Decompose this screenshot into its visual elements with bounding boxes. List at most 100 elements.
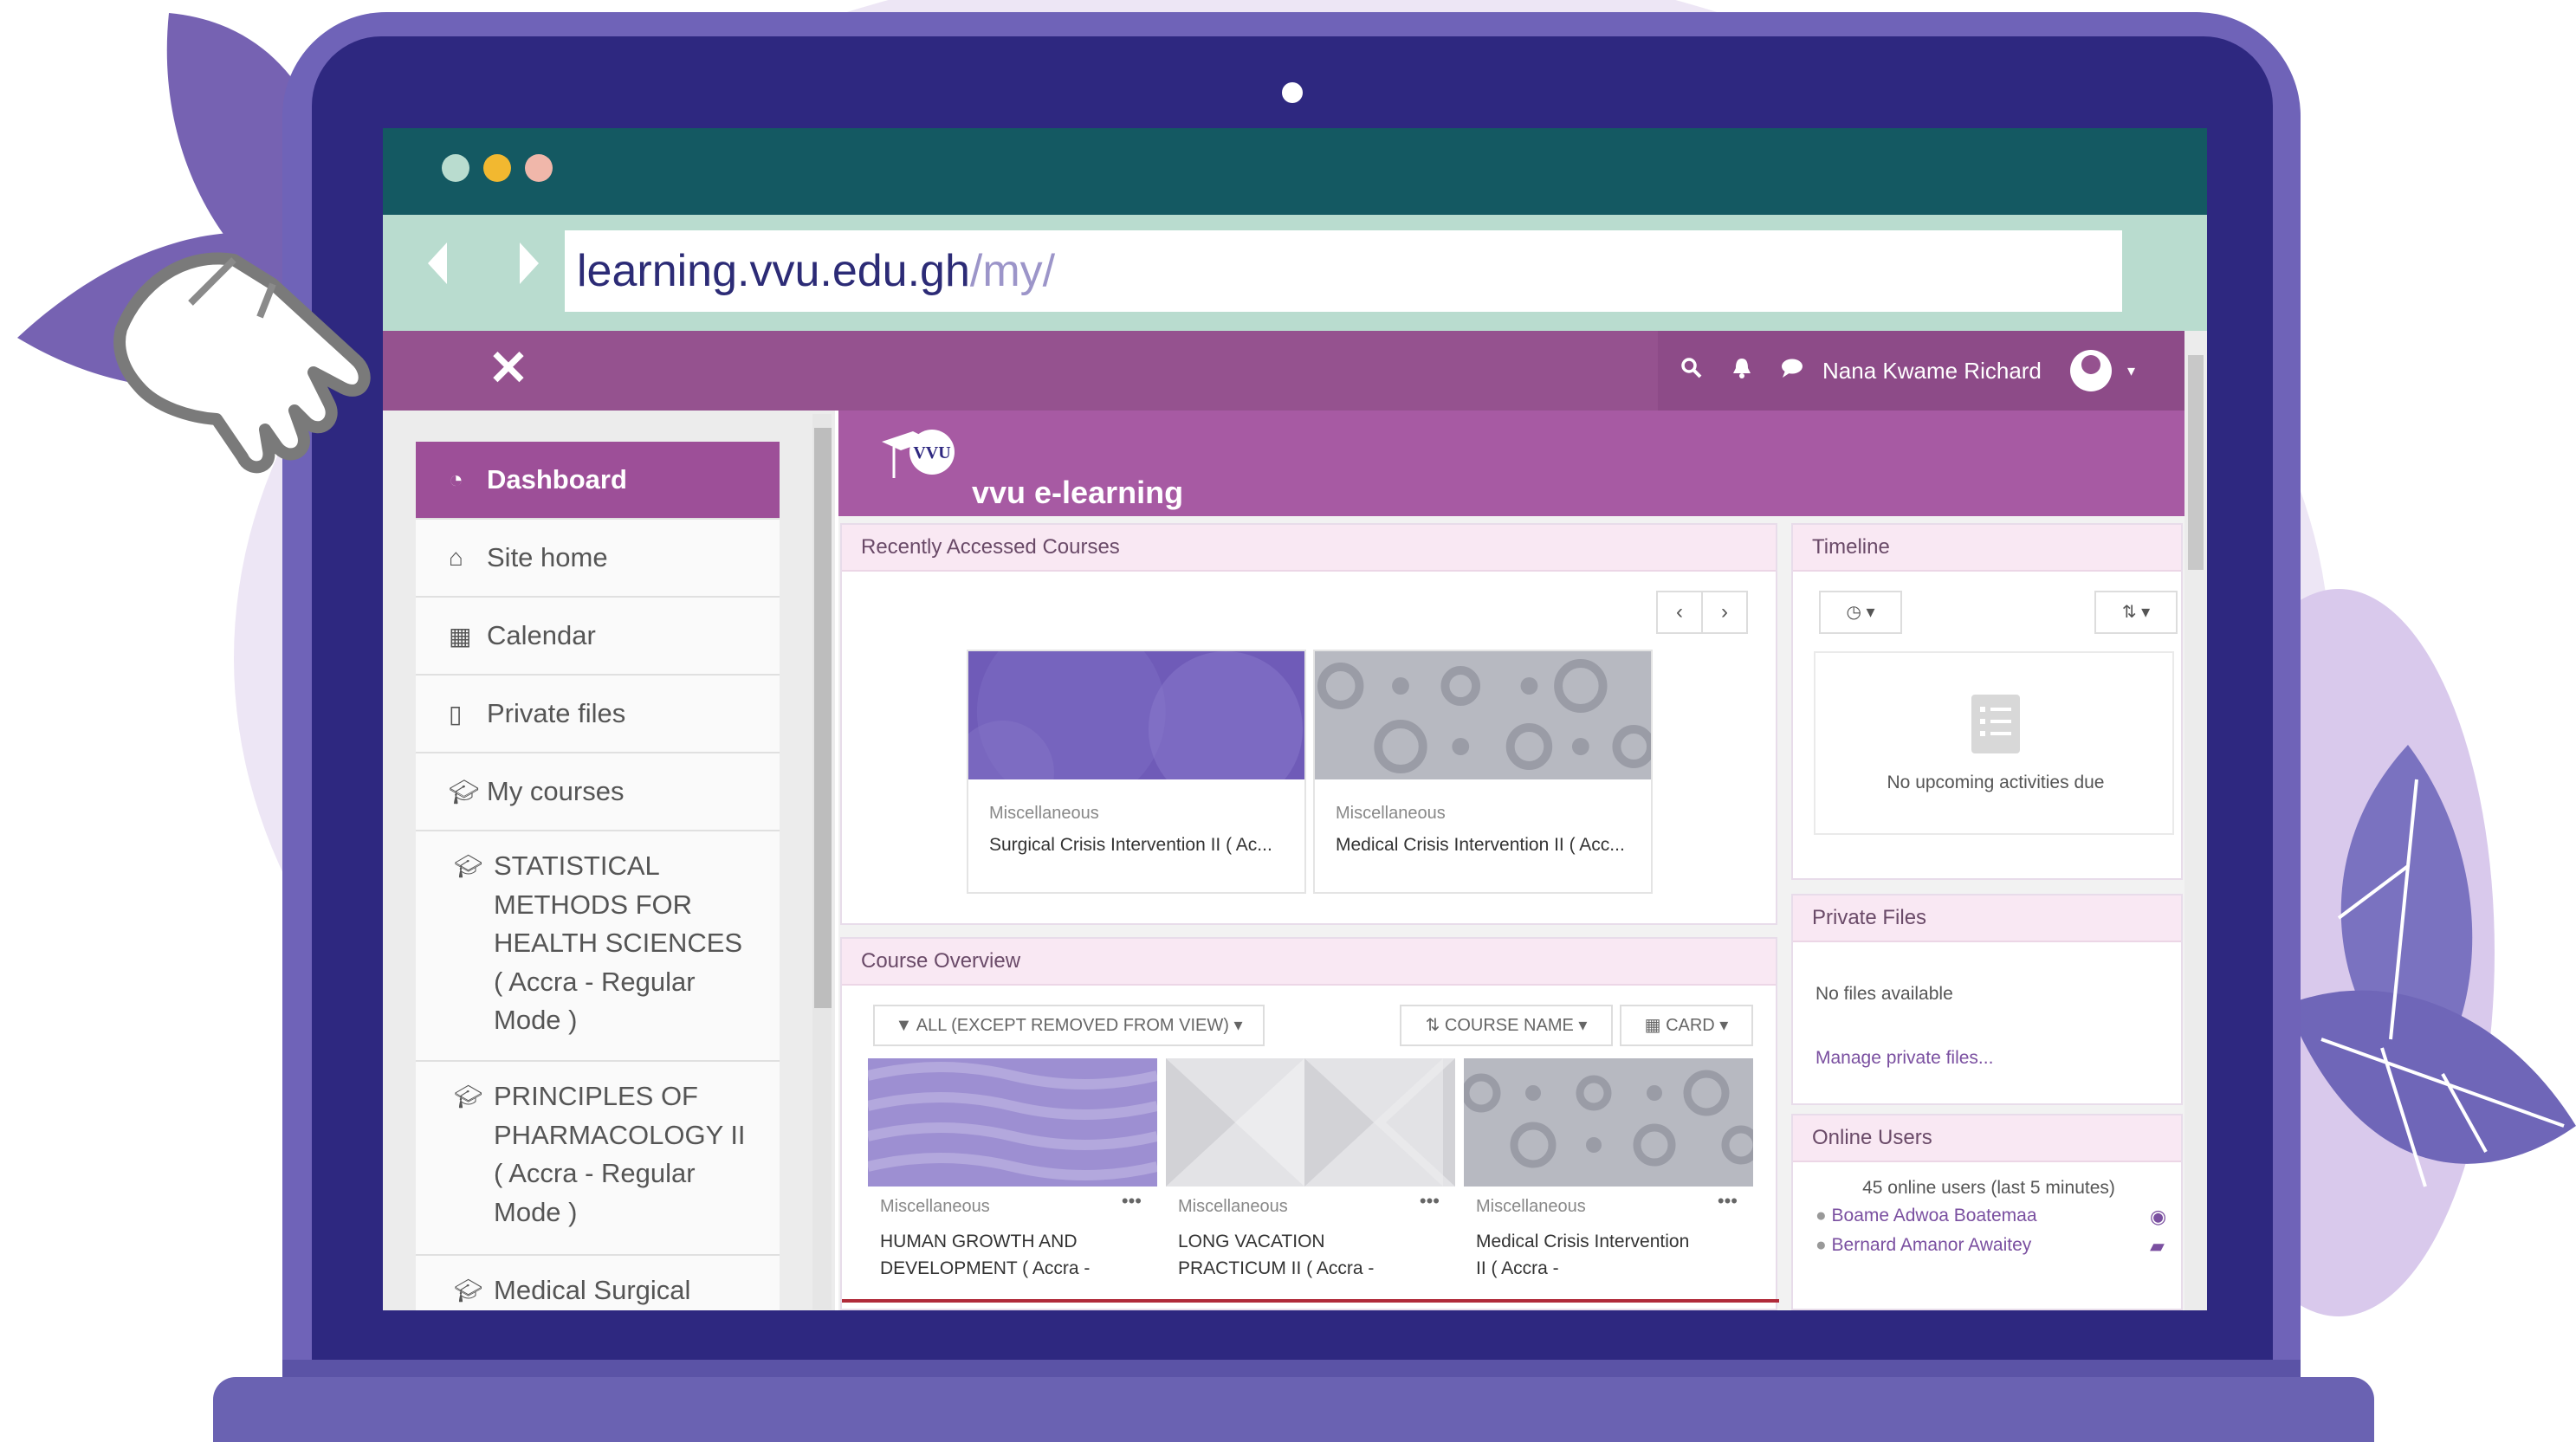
laptop-hinge xyxy=(282,1360,2301,1379)
course-name-line: Medical Crisis Intervention xyxy=(1476,1232,1690,1251)
sidebar-item-my-courses[interactable]: 🎓︎ My courses xyxy=(416,753,780,831)
course-name[interactable]: HUMAN GROWTH AND DEVELOPMENT ( Accra - xyxy=(880,1228,1140,1282)
sidebar-item-label: Private files xyxy=(487,698,626,728)
caret-down-icon: ▾ xyxy=(1714,1016,1729,1035)
search-icon[interactable] xyxy=(1667,357,1717,385)
manage-private-files-link[interactable]: Manage private files... xyxy=(1815,1048,1993,1069)
course-name-line: PRACTICUM II ( Accra - xyxy=(1178,1258,1375,1278)
address-bar[interactable]: learning.vvu.edu.gh/my/ xyxy=(565,230,2122,312)
home-icon: ⌂ xyxy=(449,544,463,571)
url-domain: learning.vvu.edu.gh xyxy=(577,246,970,296)
course-name[interactable]: Medical Crisis Intervention II ( Accra - xyxy=(1476,1228,1736,1282)
online-user-item[interactable]: ● Bernard Amanor Awaitey xyxy=(1815,1235,2031,1256)
course-name[interactable]: LONG VACATION PRACTICUM II ( Accra - xyxy=(1178,1228,1438,1282)
file-icon: ▯ xyxy=(449,700,463,727)
course-title-line: Mode ) xyxy=(494,1005,578,1035)
sort-dropdown[interactable]: ⇅ COURSE NAME ▾ xyxy=(1400,1005,1613,1046)
more-options-icon[interactable]: ••• xyxy=(1718,1190,1738,1212)
sidebar-item-private-files[interactable]: ▯ Private files xyxy=(416,676,780,753)
course-title: STATISTICAL METHODS FOR HEALTH SCIENCES … xyxy=(494,847,742,1060)
sidebar-item-dashboard[interactable]: ◔ Dashboard xyxy=(416,442,780,520)
timeline-filter-dropdown[interactable]: ◷ ▾ xyxy=(1819,591,1902,634)
grid-icon: ▦ xyxy=(1644,1016,1667,1035)
course-name-line: II ( Accra - xyxy=(1476,1258,1559,1278)
window-minimize-dot[interactable] xyxy=(483,154,511,182)
private-files-block: Private Files No files available Manage … xyxy=(1791,894,2183,1105)
sidebar-course-item[interactable]: 🎓︎ PRINCIPLES OF PHARMACOLOGY II ( Accra… xyxy=(416,1062,780,1256)
message-icon[interactable]: ▰ xyxy=(2150,1235,2165,1258)
course-image xyxy=(1315,651,1651,779)
course-category: Miscellaneous xyxy=(1476,1197,1586,1216)
sidebar-item-label: My courses xyxy=(487,776,625,806)
next-page-button[interactable]: › xyxy=(1701,591,1748,634)
user-name[interactable]: Nana Kwame Richard xyxy=(1822,358,2055,385)
caret-down-icon[interactable]: ▾ xyxy=(2127,362,2135,380)
course-name-line: LONG VACATION xyxy=(1178,1232,1325,1251)
course-name[interactable]: Surgical Crisis Intervention II ( Ac... xyxy=(989,835,1272,856)
caret-down-icon: ▾ xyxy=(1573,1016,1588,1035)
grouping-filter-dropdown[interactable]: ▼ ALL (EXCEPT REMOVED FROM VIEW) ▾ xyxy=(873,1005,1265,1046)
sort-label: COURSE NAME xyxy=(1444,1016,1574,1035)
sidebar-course-item[interactable]: 🎓︎ STATISTICAL METHODS FOR HEALTH SCIENC… xyxy=(416,831,780,1062)
eye-icon[interactable]: ◉ xyxy=(2150,1206,2166,1228)
course-card[interactable]: Miscellaneous Surgical Crisis Interventi… xyxy=(967,650,1306,894)
view-dropdown[interactable]: ▦ CARD ▾ xyxy=(1620,1005,1753,1046)
window-close-dot[interactable] xyxy=(442,154,469,182)
course-title: PRINCIPLES OF PHARMACOLOGY II ( Accra - … xyxy=(494,1077,746,1254)
sort-icon: ⇅ xyxy=(1425,1016,1445,1035)
timeline-sort-dropdown[interactable]: ⇅ ▾ xyxy=(2094,591,2178,634)
more-options-icon[interactable]: ••• xyxy=(1420,1190,1440,1212)
course-overview-block: Course Overview ▼ ALL (EXCEPT REMOVED FR… xyxy=(840,937,1779,1310)
online-user-name: Bernard Amanor Awaitey xyxy=(1831,1235,2032,1255)
site-brand: vvu e-learning xyxy=(972,475,1184,510)
site-banner: VVU vvu e-learning xyxy=(838,411,2184,516)
page-scrollbar-thumb[interactable] xyxy=(2188,355,2204,570)
user-icon: ● xyxy=(1815,1235,1832,1255)
url-path: /my/ xyxy=(969,246,1056,296)
course-card[interactable]: Miscellaneous ••• LONG VACATION PRACTICU… xyxy=(1166,1058,1455,1299)
course-category: Miscellaneous xyxy=(1336,804,1446,823)
block-title: Timeline xyxy=(1793,525,2181,572)
sidebar-item-site-home[interactable]: ⌂ Site home xyxy=(416,520,780,598)
course-card[interactable]: Miscellaneous ••• HUMAN GROWTH AND DEVEL… xyxy=(868,1058,1157,1299)
course-title-line: ( Accra - Regular xyxy=(494,1158,696,1188)
online-user-item[interactable]: ● Boame Adwoa Boatemaa xyxy=(1815,1206,2037,1226)
pointing-hand-icon xyxy=(113,252,371,474)
course-title-line: Mode ) xyxy=(494,1196,578,1227)
sidebar-course-item[interactable]: 🎓︎ Medical Surgical xyxy=(416,1256,780,1310)
laptop-base xyxy=(213,1377,2374,1442)
online-user-name: Boame Adwoa Boatemaa xyxy=(1831,1206,2037,1225)
sidebar: ◔ Dashboard ⌂ Site home ▦ Calendar ▯ Private… xyxy=(383,411,835,1310)
online-users-summary: 45 online users (last 5 minutes) xyxy=(1862,1178,2115,1198)
block-title: Recently Accessed Courses xyxy=(842,525,1776,572)
bell-icon[interactable] xyxy=(1717,357,1767,385)
course-name-line: HUMAN GROWTH AND xyxy=(880,1232,1078,1251)
block-title: Private Files xyxy=(1793,896,2181,942)
empty-list-icon xyxy=(1971,695,2020,753)
course-card[interactable]: Miscellaneous ••• Medical Crisis Interve… xyxy=(1464,1058,1753,1299)
course-title-line: PRINCIPLES OF xyxy=(494,1081,698,1111)
course-name[interactable]: Medical Crisis Intervention II ( Acc... xyxy=(1336,835,1625,856)
online-users-block: Online Users 45 online users (last 5 min… xyxy=(1791,1114,2183,1310)
graduation-cap-icon: 🎓︎ xyxy=(454,1277,483,1303)
prev-page-button[interactable]: ‹ xyxy=(1656,591,1703,634)
forward-arrow-icon[interactable] xyxy=(520,242,539,284)
sidebar-item-label: Site home xyxy=(487,542,608,572)
top-navbar: ✕ Nana Kwame Richard ▾ xyxy=(383,331,2184,411)
sidebar-item-calendar[interactable]: ▦ Calendar xyxy=(416,598,780,676)
course-title-line: STATISTICAL xyxy=(494,850,660,881)
more-options-icon[interactable]: ••• xyxy=(1122,1190,1142,1212)
chevron-right-icon: › xyxy=(1721,600,1728,624)
window-maximize-dot[interactable] xyxy=(525,154,553,182)
sidebar-scrollbar-thumb[interactable] xyxy=(814,428,832,1008)
chat-icon[interactable] xyxy=(1767,358,1817,385)
footer-divider xyxy=(842,1299,1779,1303)
no-files-text: No files available xyxy=(1815,984,1953,1004)
user-avatar-icon[interactable] xyxy=(2070,350,2112,391)
course-card[interactable]: Miscellaneous Medical Crisis Interventio… xyxy=(1313,650,1653,894)
close-icon[interactable]: ✕ xyxy=(485,344,532,392)
graduation-cap-icon: 🎓︎ xyxy=(454,853,483,879)
filter-icon: ▼ xyxy=(895,1016,916,1035)
recent-courses-block: Recently Accessed Courses ‹ › Miscellane… xyxy=(840,523,1777,925)
course-title: Medical Surgical xyxy=(494,1271,690,1310)
